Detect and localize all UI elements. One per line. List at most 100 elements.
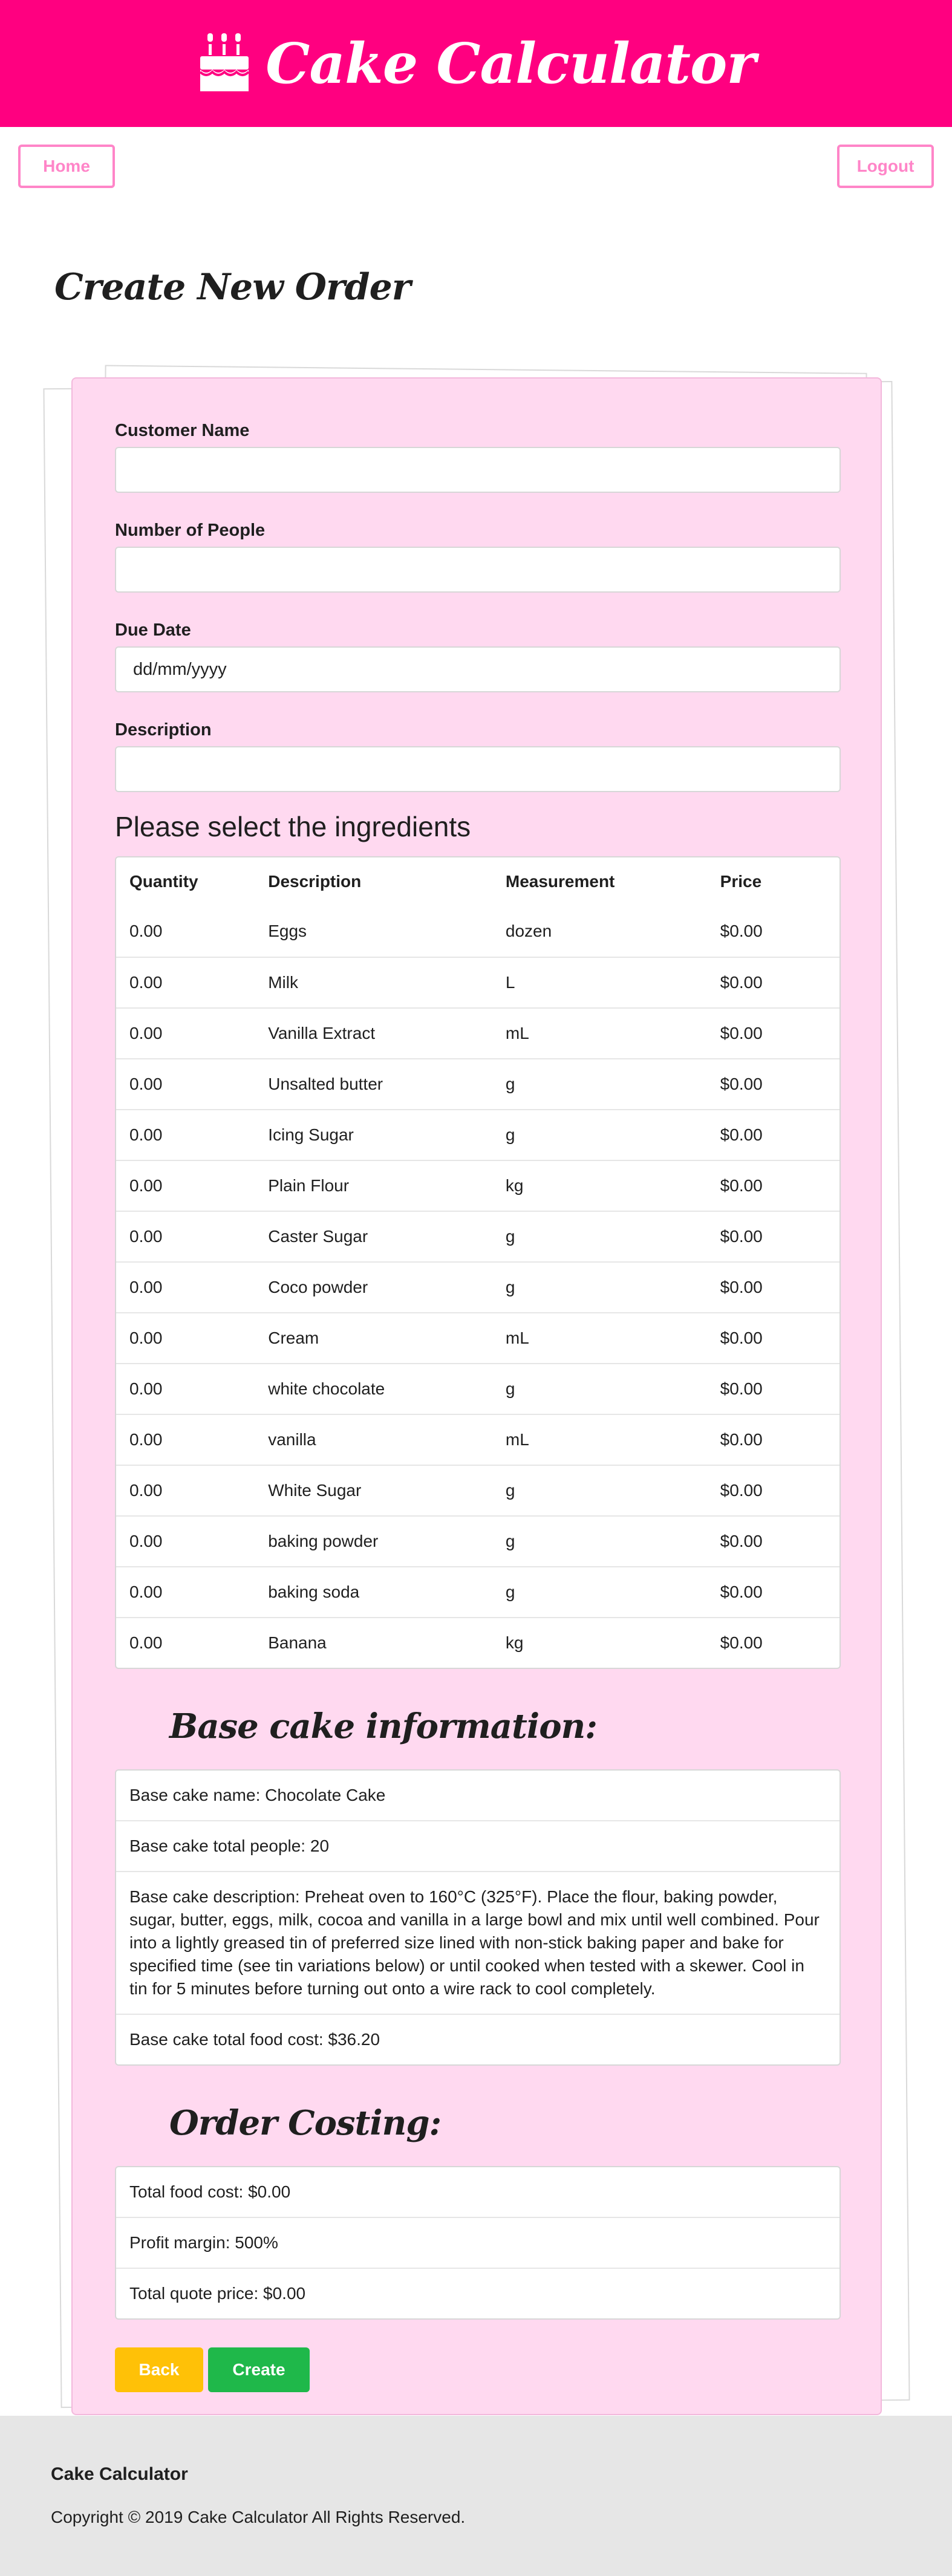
costing-item: Total food cost: $0.00 bbox=[129, 2182, 291, 2201]
cell-price: $0.00 bbox=[720, 1430, 763, 1449]
table-row[interactable]: 0.00 vanilla mL $0.00 bbox=[116, 1414, 840, 1465]
due-date-label: Due Date bbox=[115, 620, 191, 640]
table-row[interactable]: 0.00 Unsalted butter g $0.00 bbox=[116, 1058, 840, 1109]
cell-quantity: 0.00 bbox=[129, 1278, 163, 1296]
cell-measurement: g bbox=[505, 1379, 515, 1398]
due-date-placeholder: dd/mm/yyyy bbox=[133, 659, 227, 679]
cell-price: $0.00 bbox=[720, 1633, 763, 1652]
page-title: Create New Order bbox=[54, 266, 411, 308]
cell-description: Cream bbox=[268, 1329, 319, 1347]
cell-price: $0.00 bbox=[720, 1176, 763, 1195]
cell-description: Eggs bbox=[268, 922, 307, 940]
due-date-input[interactable]: dd/mm/yyyy bbox=[115, 646, 841, 692]
people-field: Number of People bbox=[115, 521, 841, 593]
table-row[interactable]: 0.00 Cream mL $0.00 bbox=[116, 1312, 840, 1363]
people-label: Number of People bbox=[115, 521, 266, 540]
cell-quantity: 0.00 bbox=[129, 1582, 163, 1601]
create-button[interactable]: Create bbox=[208, 2347, 310, 2392]
cell-measurement: kg bbox=[505, 1176, 524, 1195]
ingredients-table: Quantity Description Measurement Price 0… bbox=[115, 856, 841, 1669]
customer-name-input[interactable] bbox=[115, 447, 841, 493]
base-cake-info-item: Base cake total food cost: $36.20 bbox=[116, 2014, 840, 2064]
cell-measurement: g bbox=[505, 1278, 515, 1296]
description-field: Description bbox=[115, 720, 841, 792]
table-row[interactable]: 0.00 Coco powder g $0.00 bbox=[116, 1261, 840, 1312]
column-header-price: Price bbox=[720, 872, 762, 891]
page: Cake Calculator Home Logout Create New O… bbox=[0, 0, 952, 2576]
table-row[interactable]: 0.00 Banana kg $0.00 bbox=[116, 1617, 840, 1668]
cell-description: Milk bbox=[268, 973, 298, 992]
cell-price: $0.00 bbox=[720, 973, 763, 992]
cell-description: Coco powder bbox=[268, 1278, 368, 1296]
table-row[interactable]: 0.00 Caster Sugar g $0.00 bbox=[116, 1211, 840, 1261]
cell-price: $0.00 bbox=[720, 1329, 763, 1347]
table-header-row: Quantity Description Measurement Price bbox=[116, 857, 840, 906]
page-footer: Cake Calculator Copyright © 2019 Cake Ca… bbox=[0, 2416, 952, 2576]
costing-item: Total quote price: $0.00 bbox=[116, 2268, 840, 2318]
cell-price: $0.00 bbox=[720, 1532, 763, 1550]
cell-measurement: g bbox=[505, 1481, 515, 1500]
table-row[interactable]: 0.00 Icing Sugar g $0.00 bbox=[116, 1109, 840, 1160]
table-row[interactable]: 0.00 baking soda g $0.00 bbox=[116, 1566, 840, 1617]
birthday-cake-icon bbox=[197, 32, 252, 96]
people-input[interactable] bbox=[115, 547, 841, 593]
cell-description: Caster Sugar bbox=[268, 1227, 368, 1246]
table-row[interactable]: 0.00 Plain Flour kg $0.00 bbox=[116, 1160, 840, 1211]
table-row[interactable]: 0.00 baking powder g $0.00 bbox=[116, 1515, 840, 1566]
order-costing-list: Total food cost: $0.00 Profit margin: 500… bbox=[115, 2166, 841, 2320]
cell-description: Plain Flour bbox=[268, 1176, 350, 1195]
top-nav: Home Logout bbox=[0, 127, 952, 206]
costing-item: Profit margin: 500% bbox=[116, 2217, 840, 2268]
cell-quantity: 0.00 bbox=[129, 1633, 163, 1652]
cell-price: $0.00 bbox=[720, 1227, 763, 1246]
cell-quantity: 0.00 bbox=[129, 1379, 163, 1398]
cell-description: white chocolate bbox=[268, 1379, 385, 1398]
table-row[interactable]: 0.00 White Sugar g $0.00 bbox=[116, 1465, 840, 1515]
app-header: Cake Calculator bbox=[0, 0, 952, 127]
logout-button[interactable]: Logout bbox=[837, 145, 934, 188]
order-costing-heading: Order Costing: bbox=[169, 2103, 442, 2143]
table-row[interactable]: 0.00 white chocolate g $0.00 bbox=[116, 1363, 840, 1414]
cell-description: baking powder bbox=[268, 1532, 379, 1550]
cell-measurement: dozen bbox=[505, 922, 552, 940]
cell-quantity: 0.00 bbox=[129, 1075, 163, 1093]
base-cake-heading: Base cake information: bbox=[169, 1706, 598, 1746]
table-row[interactable]: 0.00 Eggs dozen $0.00 bbox=[116, 906, 840, 957]
cell-price: $0.00 bbox=[720, 1379, 763, 1398]
cell-measurement: L bbox=[505, 973, 515, 992]
table-row[interactable]: 0.00 Milk L $0.00 bbox=[116, 957, 840, 1007]
cell-measurement: g bbox=[505, 1125, 515, 1144]
cell-description: Banana bbox=[268, 1633, 327, 1652]
description-input[interactable] bbox=[115, 746, 841, 792]
cell-quantity: 0.00 bbox=[129, 1176, 163, 1195]
cell-measurement: g bbox=[505, 1075, 515, 1093]
cell-quantity: 0.00 bbox=[129, 1329, 163, 1347]
customer-name-field: Customer Name bbox=[115, 421, 841, 493]
cell-price: $0.00 bbox=[720, 1125, 763, 1144]
ingredients-heading: Please select the ingredients bbox=[115, 811, 471, 842]
cell-description: vanilla bbox=[268, 1430, 316, 1449]
footer-copyright: Copyright © 2019 Cake Calculator All Rig… bbox=[51, 2508, 466, 2526]
customer-name-label: Customer Name bbox=[115, 421, 250, 440]
back-button[interactable]: Back bbox=[115, 2347, 203, 2392]
footer-title: Cake Calculator bbox=[51, 2464, 188, 2484]
order-form-card: Customer Name Number of People Due Date … bbox=[71, 377, 882, 2415]
brand: Cake Calculator bbox=[197, 31, 756, 96]
column-header-description: Description bbox=[268, 872, 362, 891]
description-label: Description bbox=[115, 720, 212, 740]
column-header-quantity: Quantity bbox=[129, 872, 198, 891]
home-button[interactable]: Home bbox=[18, 145, 115, 188]
cell-price: $0.00 bbox=[720, 1582, 763, 1601]
cell-measurement: g bbox=[505, 1532, 515, 1550]
cell-quantity: 0.00 bbox=[129, 1024, 163, 1042]
base-cake-info-item: Base cake description: Preheat oven to 1… bbox=[116, 1871, 840, 2014]
cell-quantity: 0.00 bbox=[129, 1125, 163, 1144]
cell-quantity: 0.00 bbox=[129, 1532, 163, 1550]
cell-measurement: kg bbox=[505, 1633, 524, 1652]
table-row[interactable]: 0.00 Vanilla Extract mL $0.00 bbox=[116, 1007, 840, 1058]
cell-quantity: 0.00 bbox=[129, 1430, 163, 1449]
cell-quantity: 0.00 bbox=[129, 922, 163, 940]
due-date-field: Due Date dd/mm/yyyy bbox=[115, 620, 841, 692]
cell-description: Vanilla Extract bbox=[268, 1024, 376, 1042]
base-cake-info-item: Base cake total people: 20 bbox=[116, 1820, 840, 1871]
